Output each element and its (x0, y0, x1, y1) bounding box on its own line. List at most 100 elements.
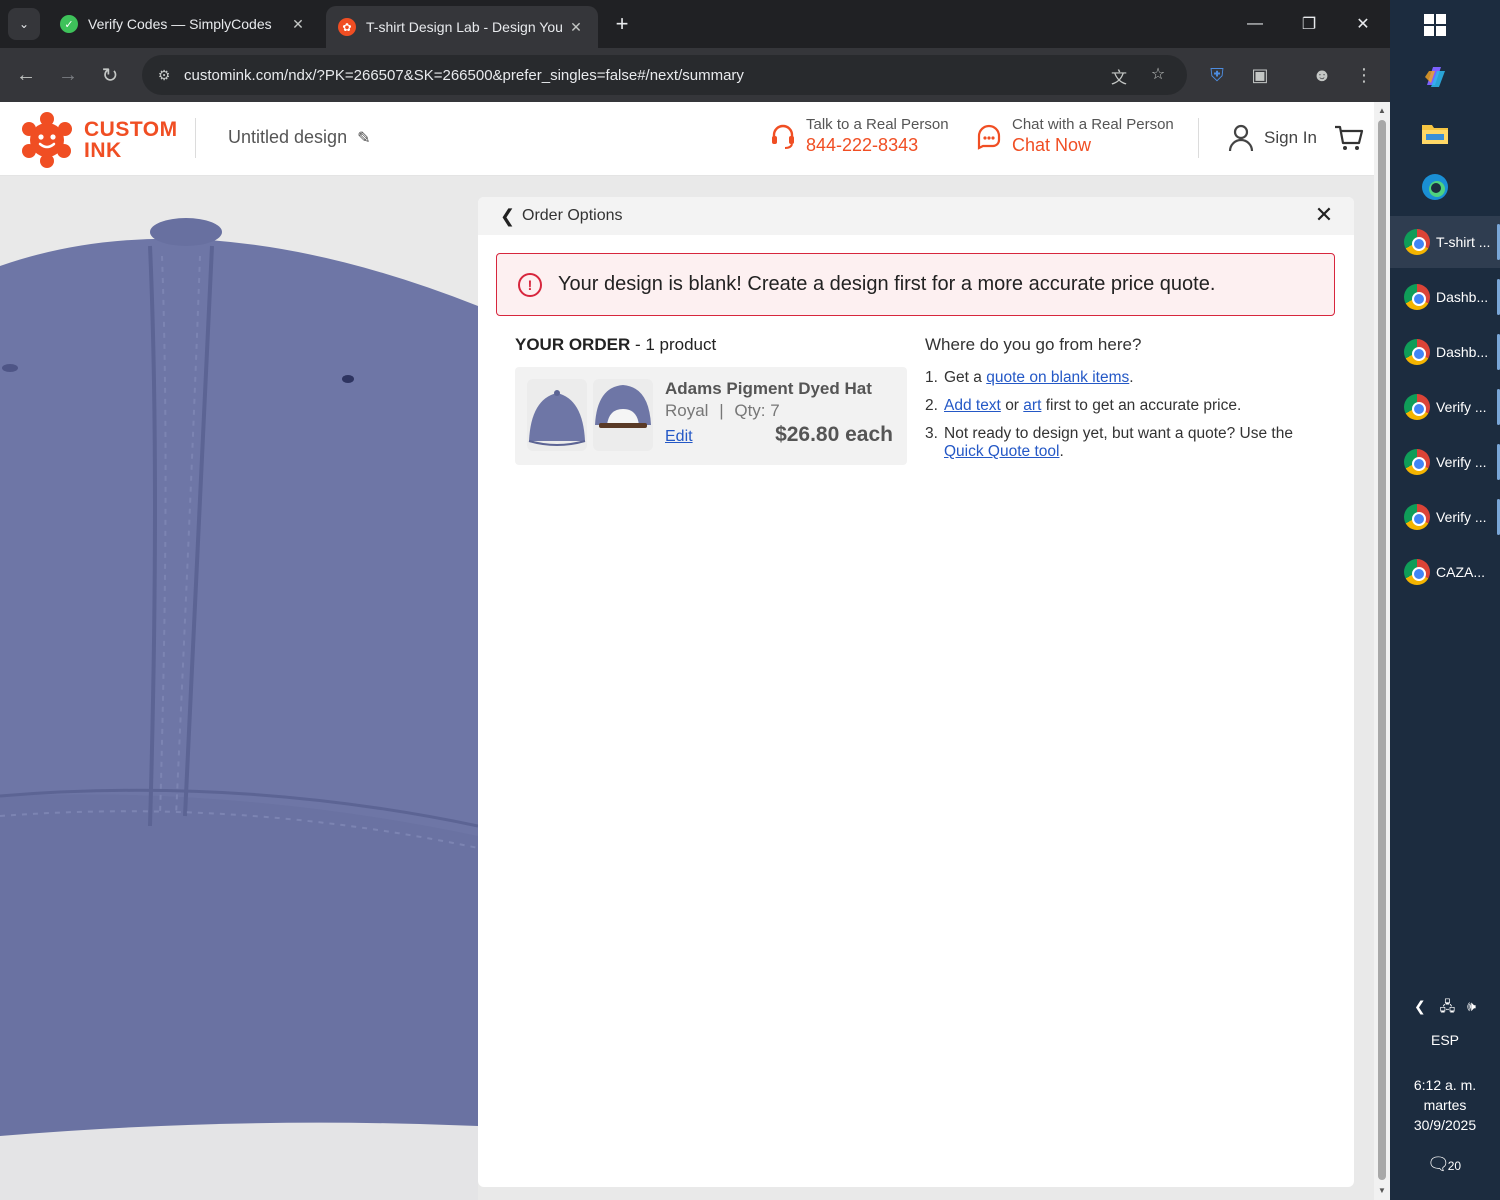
add-art-link[interactable]: art (1023, 397, 1041, 414)
logo-wordmark: CUSTOM INK (84, 119, 178, 161)
meta-separator: | (719, 401, 724, 420)
step-text: Not ready to design yet, but want a quot… (944, 425, 1325, 461)
taskbar-item[interactable]: Verify ... (1390, 491, 1500, 543)
pencil-edit-icon[interactable]: ✎ (357, 128, 370, 148)
reload-icon[interactable]: ↻ (94, 59, 126, 91)
taskbar-item-label: Dashb... (1436, 344, 1489, 360)
tab-search-button[interactable]: ⌄ (8, 8, 40, 40)
custom-ink-splat-icon (22, 112, 72, 168)
quote-blank-items-link[interactable]: quote on blank items (986, 369, 1129, 386)
list-item: 1. Get a quote on blank items. (925, 369, 1325, 387)
taskbar-item[interactable]: Verify ... (1390, 436, 1500, 488)
taskbar-item[interactable]: Dashb... (1390, 326, 1500, 378)
scrollbar-thumb[interactable] (1378, 120, 1386, 1180)
shield-extension-icon[interactable]: ⛨ (1204, 62, 1230, 88)
user-icon (1228, 124, 1254, 152)
sign-in-label[interactable]: Sign In (1264, 128, 1317, 148)
copilot-icon[interactable] (1420, 62, 1450, 92)
clock-date[interactable]: 30/9/2025 (1390, 1117, 1500, 1133)
close-icon[interactable]: ✕ (1312, 203, 1336, 227)
add-text-link[interactable]: Add text (944, 397, 1001, 414)
back-icon[interactable]: ← (10, 59, 42, 91)
taskbar-item-label: CAZA... (1436, 564, 1486, 580)
close-tab-icon[interactable]: ✕ (288, 16, 308, 33)
more-menu-icon[interactable]: ⋮ (1351, 62, 1377, 88)
step-number: 3. (925, 425, 938, 442)
design-name[interactable]: Untitled design ✎ (228, 127, 370, 148)
tab-tshirt-design-lab[interactable]: ✿ T-shirt Design Lab - Design You ✕ (326, 6, 598, 48)
sign-in-button[interactable]: Sign In (1228, 124, 1317, 152)
step-number: 1. (925, 369, 938, 386)
phone-contact[interactable]: Talk to a Real Person 844-222-8343 (768, 116, 949, 156)
chrome-icon (1404, 394, 1430, 420)
chrome-icon (1404, 449, 1430, 475)
site-settings-icon[interactable]: ⚙ (146, 67, 182, 84)
taskbar-item[interactable]: CAZA... (1390, 546, 1500, 598)
extensions-puzzle-icon[interactable]: ▣ (1247, 62, 1273, 88)
notification-count: 20 (1445, 1159, 1464, 1173)
chat-now-link[interactable]: Chat Now (1012, 135, 1174, 156)
product-meta: Royal | Qty: 7 (665, 401, 780, 421)
new-tab-button[interactable]: + (608, 10, 636, 38)
site-header: CUSTOM INK Untitled design ✎ Talk to a R… (0, 102, 1374, 176)
network-icon[interactable]: 🖧 (1440, 998, 1456, 1014)
windows-start-icon[interactable] (1420, 10, 1450, 40)
address-bar[interactable]: ⚙ customink.com/ndx/?PK=266507&SK=266500… (142, 55, 1187, 95)
page-scrollbar[interactable]: ▲ ▼ (1374, 102, 1390, 1200)
close-window-icon[interactable]: ✕ (1336, 0, 1390, 48)
step2-text: first to get an accurate price. (1045, 397, 1242, 414)
language-indicator[interactable]: ESP (1390, 1032, 1500, 1048)
minimize-icon[interactable]: — (1228, 0, 1282, 48)
step1-text: Get a (944, 369, 982, 386)
tab-verify-codes[interactable]: ✓ Verify Codes — SimplyCodes ✕ (48, 6, 320, 42)
file-explorer-icon[interactable] (1420, 118, 1450, 148)
clock-time[interactable]: 6:12 a. m. (1390, 1077, 1500, 1093)
chrome-icon (1404, 284, 1430, 310)
taskbar-item[interactable]: Verify ... (1390, 381, 1500, 433)
tray-chevron-left-icon[interactable]: ❮ (1414, 998, 1426, 1014)
chrome-icon (1404, 559, 1430, 585)
taskbar-item[interactable]: Dashb... (1390, 271, 1500, 323)
taskbar-item-label: Verify ... (1436, 454, 1487, 470)
product-price: $26.80 each (775, 423, 893, 446)
next-steps-list: 1. Get a quote on blank items. 2. Add te… (925, 369, 1325, 461)
quick-quote-link[interactable]: Quick Quote tool (944, 443, 1059, 460)
order-heading-bold: YOUR ORDER (515, 335, 631, 354)
next-steps-heading: Where do you go from here? (925, 335, 1142, 354)
scroll-down-icon[interactable]: ▼ (1377, 1186, 1387, 1196)
url-text[interactable]: customink.com/ndx/?PK=266507&SK=266500&p… (184, 67, 744, 84)
headset-icon (768, 121, 798, 151)
product-color: Royal (665, 401, 709, 420)
chat-contact[interactable]: Chat with a Real Person Chat Now (974, 116, 1174, 156)
design-name-text[interactable]: Untitled design (228, 127, 347, 148)
tab-title: T-shirt Design Lab - Design You (366, 19, 563, 35)
step-text: Get a quote on blank items. (944, 369, 1134, 387)
volume-icon[interactable]: 🕪 (1467, 998, 1476, 1014)
translate-icon[interactable]: 文 (1108, 64, 1130, 87)
tab-strip: ⌄ ✓ Verify Codes — SimplyCodes ✕ ✿ T-shi… (0, 0, 1390, 48)
close-tab-icon[interactable]: ✕ (566, 19, 586, 36)
chevron-down-icon: ⌄ (18, 17, 30, 31)
phone-number[interactable]: 844-222-8343 (806, 135, 949, 156)
custom-ink-logo[interactable]: CUSTOM INK (18, 110, 178, 170)
edge-browser-icon[interactable] (1420, 172, 1450, 202)
restore-icon[interactable]: ❐ (1282, 0, 1336, 48)
chevron-left-icon[interactable]: ❮ (500, 206, 515, 227)
product-quantity: Qty: 7 (734, 401, 780, 420)
hat-preview-image (0, 176, 478, 1200)
bookmark-star-icon[interactable]: ☆ (1147, 64, 1169, 86)
cart-icon[interactable] (1334, 124, 1364, 152)
product-card: Adams Pigment Dyed Hat Royal | Qty: 7 Ed… (515, 367, 907, 465)
panel-title[interactable]: Order Options (522, 207, 622, 225)
header-divider (1198, 118, 1199, 158)
edit-order-link[interactable]: Edit (665, 428, 693, 446)
logo-line-1: CUSTOM (84, 118, 178, 141)
taskbar-item-label: Verify ... (1436, 509, 1487, 525)
profile-icon[interactable]: ☻ (1309, 62, 1335, 88)
scroll-up-icon[interactable]: ▲ (1377, 106, 1387, 116)
forward-icon[interactable]: → (52, 59, 84, 91)
notifications-button[interactable]: 🗨 20 (1390, 1154, 1500, 1175)
page-viewport: CUSTOM INK Untitled design ✎ Talk to a R… (0, 102, 1374, 1200)
clock-day[interactable]: martes (1390, 1097, 1500, 1113)
taskbar-item[interactable]: T-shirt ... (1390, 216, 1500, 268)
